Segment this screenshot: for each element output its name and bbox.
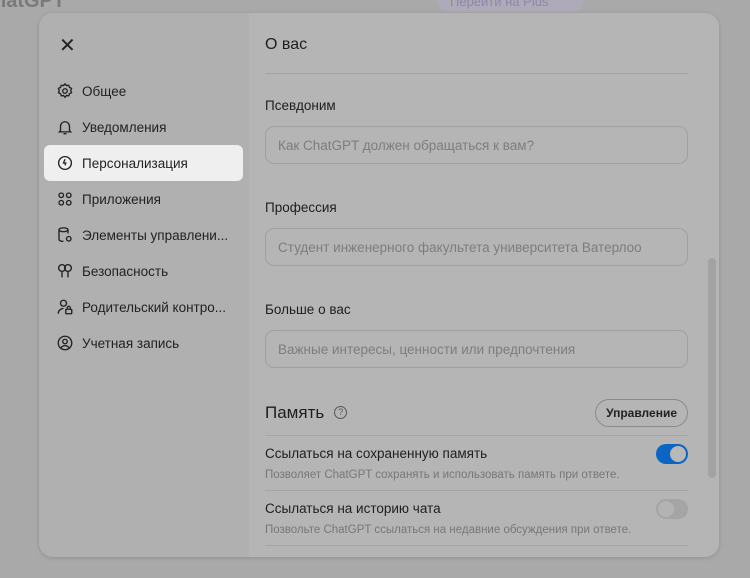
sidebar-item-label: Уведомления [82, 119, 167, 135]
gear-icon [57, 82, 73, 99]
occupation-label: Профессия [265, 200, 337, 215]
personalization-icon [57, 155, 73, 171]
sidebar-item-notifications[interactable]: Уведомления [44, 109, 243, 145]
close-icon[interactable]: ✕ [59, 33, 76, 58]
memory-header: Память? Управление [265, 396, 688, 436]
sidebar-item-personalization[interactable]: Персонализация [44, 145, 243, 181]
user-lock-icon [57, 299, 73, 315]
sidebar-item-parental-controls[interactable]: Родительский контро... [44, 289, 243, 325]
setting-title: Ссылаться на сохраненную память [265, 446, 488, 461]
setting-description: Позволяет ChatGPT сохранять и использова… [265, 469, 620, 481]
sidebar-item-data-controls[interactable]: Элементы управлени... [44, 217, 243, 253]
upgrade-plus-button: Перейти на Plus [436, 0, 584, 12]
account-circle-icon [57, 335, 73, 351]
memory-title: Память [265, 402, 325, 422]
sidebar-item-label: Учетная запись [82, 335, 180, 351]
chat-history-toggle[interactable] [656, 499, 688, 519]
sidebar-item-label: Элементы управлени... [82, 227, 229, 243]
sidebar-item-label: Приложения [82, 191, 161, 207]
saved-memory-toggle[interactable] [656, 444, 688, 464]
sidebar-item-label: Персонализация [82, 155, 188, 171]
nickname-input[interactable]: Как ChatGPT должен обращаться к вам? [265, 126, 688, 164]
settings-content: О вас Псевдоним Как ChatGPT должен обращ… [249, 13, 719, 557]
manage-memory-button[interactable]: Управление [595, 398, 688, 427]
sidebar-item-label: Родительский контро... [82, 299, 227, 315]
nickname-label: Псевдоним [265, 98, 336, 113]
sidebar-item-apps[interactable]: Приложения [44, 181, 243, 217]
bell-icon [57, 121, 73, 135]
settings-sidebar: ✕ Общее Уведомления Персонализация Прило… [39, 13, 249, 557]
apps-grid-icon [58, 192, 72, 206]
sidebar-item-general[interactable]: Общее [44, 73, 243, 109]
keys-icon [57, 263, 73, 278]
setting-title: Ссылаться на историю чата [265, 501, 441, 516]
sidebar-item-account[interactable]: Учетная запись [44, 325, 243, 361]
occupation-input[interactable]: Студент инженерного факультета университ… [265, 228, 688, 266]
section-title: О вас [265, 36, 688, 74]
settings-nav: Общее Уведомления Персонализация Приложе… [44, 73, 243, 361]
setting-description: Позвольте ChatGPT ссылаться на недавние … [265, 524, 632, 536]
help-icon[interactable]: ? [334, 406, 348, 419]
more-about-you-label: Больше о вас [265, 302, 351, 317]
setting-row-chat-history: Ссылаться на историю чата Позвольте Chat… [265, 491, 688, 546]
database-gear-icon [58, 227, 72, 243]
sidebar-item-label: Безопасность [82, 263, 169, 279]
sidebar-item-security[interactable]: Безопасность [44, 253, 243, 289]
background-app-title: hatGPT [0, 0, 66, 12]
setting-row-saved-memory: Ссылаться на сохраненную память Позволяе… [265, 436, 688, 491]
sidebar-item-label: Общее [82, 83, 127, 99]
more-about-you-input[interactable]: Важные интересы, ценности или предпочтен… [265, 330, 688, 368]
scrollbar[interactable] [708, 258, 716, 478]
settings-dialog: ✕ Общее Уведомления Персонализация Прило… [39, 13, 719, 557]
